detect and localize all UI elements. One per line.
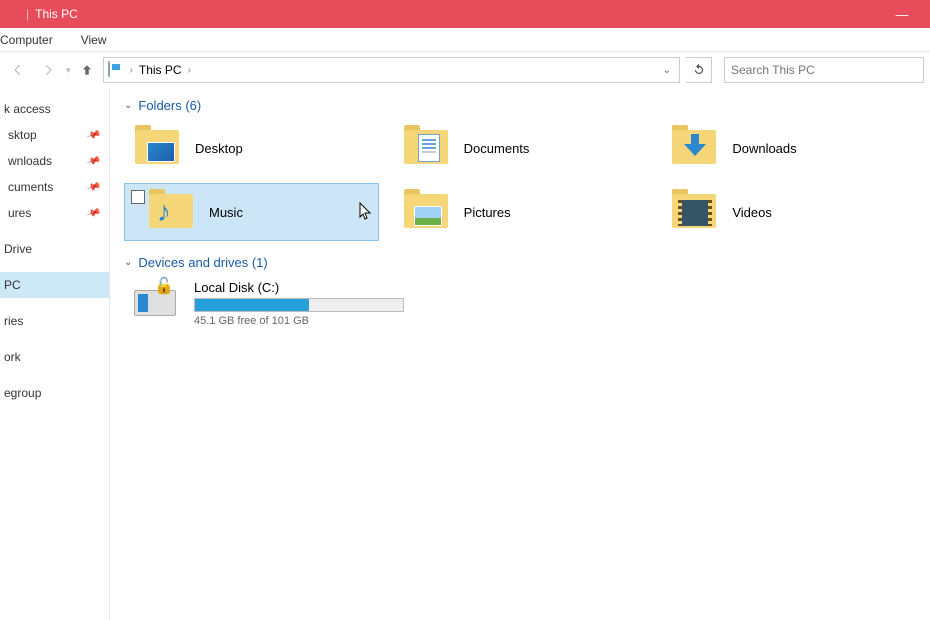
search-input[interactable] (731, 63, 917, 77)
system-menu-icon[interactable] (8, 8, 20, 20)
folder-item-downloads[interactable]: Downloads (661, 119, 916, 177)
search-box[interactable] (724, 57, 924, 83)
refresh-button[interactable] (686, 57, 712, 83)
download-arrow-icon (684, 134, 706, 156)
sidebar-item-documents[interactable]: cuments 📌 (0, 174, 109, 200)
folder-label: Desktop (195, 141, 243, 156)
sidebar-item-quick-access[interactable]: k access (0, 96, 109, 122)
sidebar-item-homegroup[interactable]: egroup (0, 380, 109, 406)
drive-name: Local Disk (C:) (194, 280, 426, 295)
folder-icon (402, 128, 450, 168)
this-pc-icon (108, 62, 124, 78)
drive-item-c[interactable]: 🔓 Local Disk (C:) 45.1 GB free of 101 GB (124, 276, 434, 331)
ribbon: Computer View (0, 28, 930, 52)
sidebar-item-label: egroup (4, 386, 41, 400)
folder-label: Downloads (732, 141, 796, 156)
collapse-chevron-icon[interactable]: ⌄ (124, 257, 132, 268)
address-dropdown-icon[interactable]: ⌄ (659, 65, 675, 76)
pin-icon: 📌 (85, 205, 101, 220)
sidebar-item-label: ries (4, 314, 23, 328)
sidebar-item-desktop[interactable]: sktop 📌 (0, 122, 109, 148)
sidebar-item-label: k access (4, 102, 51, 116)
sidebar-item-label: ures (8, 206, 31, 220)
sidebar-item-label: sktop (8, 128, 37, 142)
folder-label: Documents (464, 141, 530, 156)
titlebar-separator: | (26, 7, 29, 21)
sidebar-item-onedrive[interactable]: Drive (0, 236, 109, 262)
sidebar-item-libraries[interactable]: ries (0, 308, 109, 334)
address-bar[interactable]: › This PC › ⌄ (103, 57, 680, 83)
window-title: This PC (35, 7, 78, 21)
sidebar-item-label: cuments (8, 180, 53, 194)
folder-item-music[interactable]: ♪ Music (124, 183, 379, 241)
cursor-icon (359, 202, 373, 225)
nav-up-button[interactable] (77, 60, 97, 80)
section-header-folders[interactable]: ⌄ Folders (6) (124, 98, 916, 113)
section-header-drives[interactable]: ⌄ Devices and drives (1) (124, 255, 916, 270)
lock-open-icon: 🔓 (154, 276, 174, 296)
folder-icon (402, 192, 450, 232)
section-title: Devices and drives (1) (138, 255, 267, 270)
pin-icon: 📌 (85, 127, 101, 142)
folder-icon (670, 192, 718, 232)
nav-recent-dropdown[interactable]: ▾ (66, 65, 71, 76)
folder-item-pictures[interactable]: Pictures (393, 183, 648, 241)
nav-back-button[interactable] (6, 58, 30, 82)
titlebar: | This PC — (0, 0, 930, 28)
breadcrumb-this-pc[interactable]: This PC (139, 63, 182, 77)
folder-icon: ♪ (147, 192, 195, 232)
sidebar-item-label: wnloads (8, 154, 52, 168)
section-title: Folders (6) (138, 98, 201, 113)
minimize-button[interactable]: — (882, 7, 922, 22)
ribbon-tab-computer[interactable]: Computer (0, 29, 53, 51)
folder-item-videos[interactable]: Videos (661, 183, 916, 241)
folder-icon (133, 128, 181, 168)
folders-grid: Desktop Documents Downloads (124, 119, 916, 241)
sidebar-item-this-pc[interactable]: PC (0, 272, 109, 298)
sidebar: k access sktop📌 wnloads📌 cuments📌 ures📌 … (0, 88, 110, 620)
sidebar-item-label: ork (4, 350, 21, 364)
selection-checkbox[interactable] (131, 190, 145, 204)
sidebar-item-label: PC (4, 278, 21, 292)
drive-usage-bar (194, 298, 404, 312)
breadcrumb-chevron-icon[interactable]: › (130, 65, 133, 76)
picture-overlay-icon (414, 206, 442, 226)
music-note-icon: ♪ (157, 198, 171, 226)
collapse-chevron-icon[interactable]: ⌄ (124, 100, 132, 111)
sidebar-item-pictures[interactable]: ures 📌 (0, 200, 109, 226)
drive-free-text: 45.1 GB free of 101 GB (194, 315, 426, 327)
video-overlay-icon (682, 200, 708, 226)
pin-icon: 📌 (85, 179, 101, 194)
drive-icon: 🔓 (132, 280, 180, 320)
sidebar-item-network[interactable]: ork (0, 344, 109, 370)
document-overlay-icon (418, 134, 440, 162)
folder-item-desktop[interactable]: Desktop (124, 119, 379, 177)
sidebar-item-label: Drive (4, 242, 32, 256)
sidebar-item-downloads[interactable]: wnloads 📌 (0, 148, 109, 174)
desktop-overlay-icon (147, 142, 175, 162)
folder-label: Videos (732, 205, 772, 220)
body: k access sktop📌 wnloads📌 cuments📌 ures📌 … (0, 88, 930, 620)
drive-usage-fill (195, 299, 309, 311)
folder-label: Pictures (464, 205, 511, 220)
navbar: ▾ › This PC › ⌄ (0, 52, 930, 88)
ribbon-tab-view[interactable]: View (81, 29, 107, 51)
pin-icon: 📌 (85, 153, 101, 168)
content-pane: ⌄ Folders (6) Desktop Documents (110, 88, 930, 620)
folder-icon (670, 128, 718, 168)
folder-label: Music (209, 205, 243, 220)
breadcrumb-chevron-icon[interactable]: › (188, 65, 191, 76)
folder-item-documents[interactable]: Documents (393, 119, 648, 177)
nav-forward-button[interactable] (36, 58, 60, 82)
